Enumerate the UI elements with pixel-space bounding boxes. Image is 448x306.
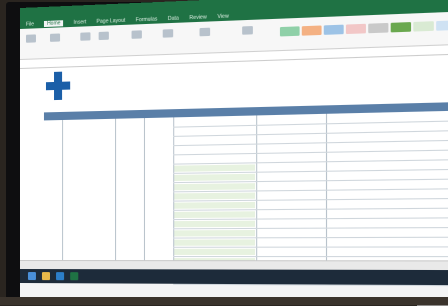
- column-divider: [62, 120, 63, 283]
- column-divider: [115, 119, 116, 284]
- highlighted-cell: [174, 211, 255, 218]
- monitor-bezel: File Home Insert Page Layout Formulas Da…: [6, 2, 446, 302]
- conditional-format-icon[interactable]: [242, 26, 253, 35]
- highlighted-cell: [174, 202, 255, 209]
- highlighted-cell: [174, 221, 255, 228]
- table-row: [173, 237, 448, 239]
- excel-window: File Home Insert Page Layout Formulas Da…: [20, 0, 448, 306]
- cell-style-swatch[interactable]: [436, 20, 448, 30]
- tab-page-layout[interactable]: Page Layout: [97, 17, 126, 24]
- document-title: [242, 68, 374, 72]
- browser-icon[interactable]: [56, 272, 64, 280]
- tab-file[interactable]: File: [26, 21, 34, 27]
- highlighted-cell: [174, 164, 255, 171]
- organization-logo-icon: [46, 71, 70, 100]
- doc-title-line-3: [242, 68, 374, 72]
- excel-icon[interactable]: [70, 272, 78, 280]
- start-icon[interactable]: [28, 272, 36, 280]
- cell-style-swatch[interactable]: [302, 25, 322, 35]
- cell-style-swatch[interactable]: [346, 24, 366, 34]
- bold-icon[interactable]: [80, 32, 90, 40]
- tab-insert[interactable]: Insert: [74, 19, 87, 26]
- cell-style-swatch[interactable]: [280, 26, 300, 36]
- column-divider: [144, 118, 145, 284]
- table-header-row: [44, 102, 448, 120]
- cell-style-swatch[interactable]: [324, 25, 344, 35]
- desk-surface: [0, 297, 448, 305]
- highlighted-cell: [174, 230, 255, 237]
- merge-icon[interactable]: [163, 29, 173, 38]
- highlighted-cell: [174, 193, 255, 200]
- worksheet-grid[interactable]: [20, 54, 448, 285]
- table-row: [173, 256, 448, 257]
- name-box[interactable]: [20, 63, 61, 64]
- number-format-icon[interactable]: [200, 28, 211, 37]
- tab-formulas[interactable]: Formulas: [136, 16, 158, 23]
- table-row: [173, 246, 448, 247]
- table-row: [173, 227, 448, 229]
- tab-view[interactable]: View: [217, 13, 228, 20]
- table-row: [173, 120, 448, 127]
- cell-style-swatch[interactable]: [368, 23, 388, 33]
- file-explorer-icon[interactable]: [42, 272, 50, 280]
- tab-home[interactable]: Home: [44, 20, 63, 27]
- doc-title-line-1: [242, 68, 374, 72]
- doc-title-line-2: [242, 68, 374, 72]
- windows-taskbar: [20, 269, 448, 285]
- cell-style-swatch[interactable]: [391, 22, 411, 32]
- align-icon[interactable]: [99, 32, 109, 41]
- highlighted-cell: [174, 183, 255, 190]
- tab-review[interactable]: Review: [189, 14, 206, 21]
- wrap-text-icon[interactable]: [132, 30, 142, 39]
- table-row: [173, 130, 448, 137]
- table-row: [173, 159, 448, 165]
- highlighted-cell: [174, 249, 255, 255]
- highlighted-cell: [174, 239, 255, 245]
- tab-data[interactable]: Data: [168, 15, 179, 22]
- paste-icon[interactable]: [26, 34, 36, 42]
- highlighted-cell: [174, 174, 255, 181]
- table-row: [173, 149, 448, 155]
- font-icon[interactable]: [50, 33, 60, 41]
- cell-style-swatch[interactable]: [413, 21, 434, 31]
- data-table: [44, 102, 448, 285]
- table-row: [173, 140, 448, 146]
